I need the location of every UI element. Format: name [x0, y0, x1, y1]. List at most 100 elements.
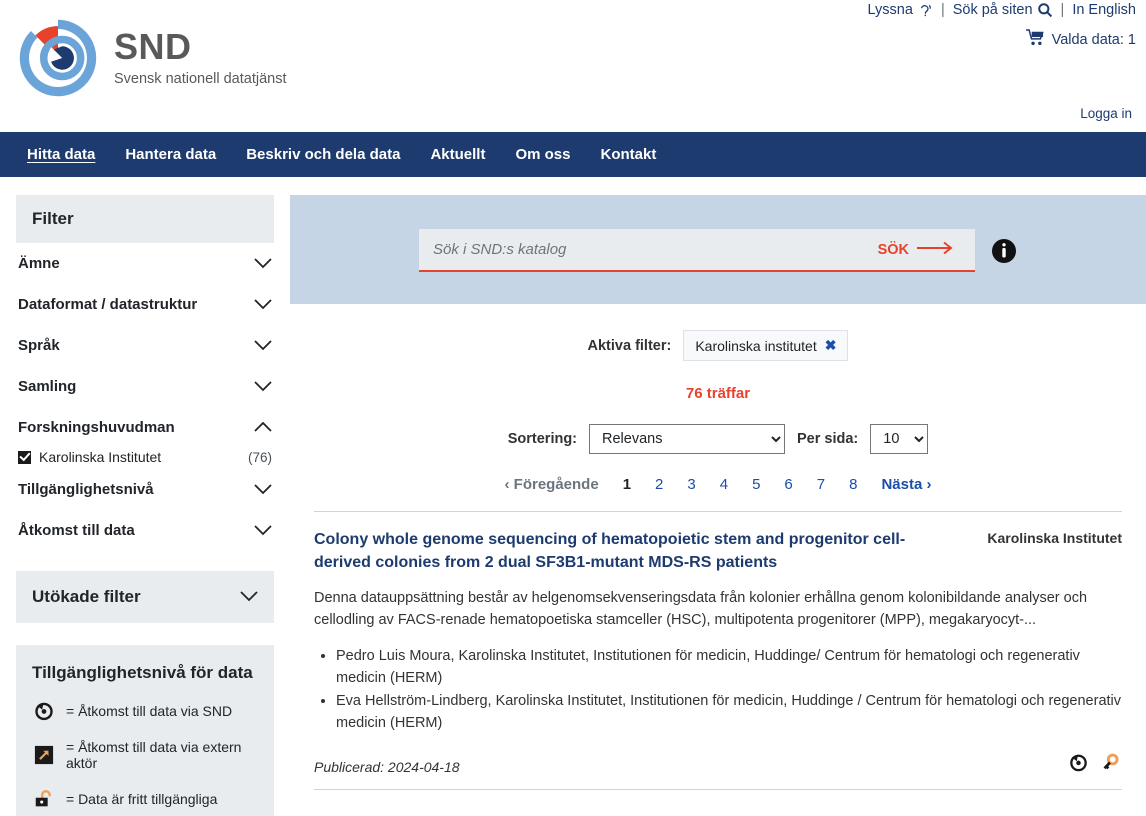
active-filters-bar: Aktiva filter: Karolinska institutet ✖: [314, 330, 1122, 361]
availability-legend: Tillgänglighetsnivå för data = Åtkomst t…: [16, 645, 274, 816]
per-page-label: Per sida:: [797, 431, 859, 447]
catalog-search-banner: SÖK: [290, 195, 1146, 304]
result-access-icons: [1066, 751, 1122, 775]
sort-label: Sortering:: [507, 431, 578, 447]
nav-item-beskriv-och-dela-data[interactable]: Beskriv och dela data: [231, 132, 415, 177]
filter-group-samling[interactable]: Samling: [16, 366, 274, 407]
pagination-next[interactable]: Nästa ›: [869, 476, 943, 493]
result-item: Colony whole genome sequencing of hemato…: [314, 511, 1122, 790]
pagination-previous[interactable]: ‹ Föregående: [493, 476, 611, 493]
chevron-right-icon: ›: [926, 476, 932, 493]
active-filter-chip-karolinska[interactable]: Karolinska institutet ✖: [683, 330, 849, 361]
results-meta: Aktiva filter: Karolinska institutet ✖ 7…: [290, 330, 1146, 493]
site-search-label: Sök på siten: [952, 2, 1033, 18]
site-header: SND Svensk nationell datatjänst Lyssna |…: [0, 0, 1146, 132]
pagination-page-1[interactable]: 1: [611, 476, 643, 493]
filter-group-label: Dataformat / datastruktur: [18, 296, 198, 313]
search-input[interactable]: [431, 240, 872, 259]
results-controls: Sortering: Relevans Per sida: 10: [314, 424, 1122, 454]
legend-item-text: = Data är fritt tillgängliga: [66, 791, 218, 807]
pagination-page-6[interactable]: 6: [772, 476, 804, 493]
filter-group-label: Språk: [18, 337, 60, 354]
list-item: Pedro Luis Moura, Karolinska Institutet,…: [336, 646, 1122, 690]
site-logo[interactable]: SND Svensk nationell datatjänst: [16, 16, 287, 100]
active-filters-label: Aktiva filter:: [587, 337, 672, 354]
filter-group-atkomst-till-data[interactable]: Åtkomst till data: [16, 510, 274, 551]
pagination-page-2[interactable]: 2: [643, 476, 675, 493]
per-page-select[interactable]: 10: [870, 424, 929, 454]
filter-group-label: Ämne: [18, 255, 60, 272]
result-footer: Publicerad: 2024-04-18: [314, 751, 1122, 790]
utility-separator-2: |: [1060, 2, 1065, 18]
search-submit-button[interactable]: SÖK: [872, 240, 961, 260]
cart-label: Valda data: 1: [1051, 31, 1136, 48]
listen-link[interactable]: Lyssna: [868, 2, 933, 18]
search-button-label: SÖK: [877, 241, 909, 258]
legend-item-text: = Åtkomst till data via SND: [66, 703, 233, 719]
legend-item-text: = Åtkomst till data via extern aktör: [66, 739, 242, 771]
selected-data-cart[interactable]: Valda data: 1: [1025, 29, 1136, 50]
open-padlock-icon: [32, 787, 56, 811]
logo-subtitle: Svensk nationell datatjänst: [114, 71, 287, 87]
filter-group-label: Tillgänglighetsnivå: [18, 481, 154, 498]
pagination-page-7[interactable]: 7: [805, 476, 837, 493]
filter-group-label: Forskningshuvudman: [18, 419, 175, 436]
key-icon[interactable]: [1098, 751, 1122, 775]
filter-group-dataformat[interactable]: Dataformat / datastruktur: [16, 284, 274, 325]
filter-group-label: Åtkomst till data: [18, 522, 135, 539]
checkbox-karolinska-institutet[interactable]: [18, 450, 31, 464]
chevron-left-icon: ‹: [504, 476, 510, 493]
chevron-down-icon: [254, 381, 272, 392]
extended-filters-toggle[interactable]: Utökade filter: [16, 571, 274, 623]
filter-group-amne[interactable]: Ämne: [16, 243, 274, 284]
pagination-page-4[interactable]: 4: [708, 476, 740, 493]
chevron-up-icon: [254, 422, 272, 433]
legend-title: Tillgänglighetsnivå för data: [32, 663, 253, 682]
chevron-down-icon: [254, 258, 272, 269]
nav-item-kontakt[interactable]: Kontakt: [586, 132, 672, 177]
filter-group-tillganglighetsniva[interactable]: Tillgänglighetsnivå: [16, 469, 274, 510]
result-title-link[interactable]: Colony whole genome sequencing of hemato…: [314, 528, 922, 574]
info-circle-icon[interactable]: [991, 238, 1017, 264]
result-authors-list: Pedro Luis Moura, Karolinska Institutet,…: [314, 646, 1122, 735]
nav-item-hitta-data[interactable]: Hitta data: [12, 132, 110, 177]
pagination: ‹ Föregående 1 2 3 4 5 6 7 8 Nästa ›: [314, 476, 1122, 493]
magnifier-icon: [1037, 2, 1053, 18]
pagination-previous-label: Föregående: [513, 476, 599, 493]
nav-item-om-oss[interactable]: Om oss: [500, 132, 585, 177]
login-link[interactable]: Logga in: [1080, 106, 1132, 121]
sort-select[interactable]: Relevans: [589, 424, 786, 454]
access-via-snd-icon[interactable]: [1066, 751, 1090, 775]
result-description: Denna datauppsättning består av helgenom…: [314, 590, 1088, 629]
site-search-link[interactable]: Sök på siten: [953, 2, 1053, 18]
filter-option-karolinska-institutet[interactable]: Karolinska Institutet (76): [16, 448, 274, 469]
legend-item-external: = Åtkomst till data via extern aktör: [32, 739, 258, 771]
nav-item-hantera-data[interactable]: Hantera data: [110, 132, 231, 177]
close-x-icon[interactable]: ✖: [825, 337, 837, 354]
filter-option-label: Karolinska Institutet: [39, 449, 162, 465]
chevron-down-icon: [254, 525, 272, 536]
filter-group-label: Samling: [18, 378, 77, 395]
language-link[interactable]: In English: [1072, 2, 1136, 18]
active-filter-chip-label: Karolinska institutet: [695, 337, 817, 354]
pagination-page-5[interactable]: 5: [740, 476, 772, 493]
pagination-page-8[interactable]: 8: [837, 476, 869, 493]
extended-filters-label: Utökade filter: [32, 587, 141, 606]
catalog-search-field[interactable]: SÖK: [419, 229, 975, 272]
shopping-cart-icon: [1025, 29, 1045, 50]
external-actor-arrow-icon: [32, 743, 56, 767]
chevron-down-icon: [240, 587, 258, 607]
chevron-down-icon: [254, 484, 272, 495]
filter-group-sprak[interactable]: Språk: [16, 325, 274, 366]
hits-count: 76 träffar: [685, 385, 751, 402]
chevron-down-icon: [254, 299, 272, 310]
main-navigation: Hitta data Hantera data Beskriv och dela…: [0, 132, 1146, 177]
search-results-main: SÖK Aktiva filter:: [290, 195, 1146, 816]
utility-separator-1: |: [940, 2, 945, 18]
ear-listen-icon: [917, 2, 933, 18]
pagination-page-3[interactable]: 3: [675, 476, 707, 493]
filter-group-forskningshuvudman[interactable]: Forskningshuvudman: [16, 407, 274, 448]
chevron-down-icon: [254, 340, 272, 351]
nav-item-aktuellt[interactable]: Aktuellt: [415, 132, 500, 177]
result-organization: Karolinska Institutet: [987, 530, 1122, 546]
